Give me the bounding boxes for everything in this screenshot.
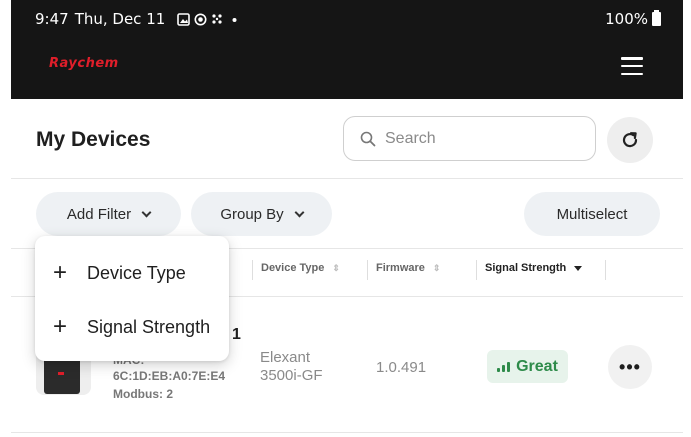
sort-icon: ⇕ bbox=[332, 263, 340, 273]
device-name: 1 bbox=[232, 326, 241, 343]
multiselect-label: Multiselect bbox=[556, 205, 628, 223]
status-right: 100% bbox=[605, 10, 661, 28]
search-icon bbox=[360, 131, 376, 146]
search-input[interactable] bbox=[385, 129, 575, 148]
refresh-button[interactable] bbox=[607, 117, 653, 163]
plus-icon: + bbox=[53, 313, 68, 340]
menu-item-signal-strength[interactable]: + Signal Strength bbox=[35, 302, 229, 352]
menu-item-device-type[interactable]: + Device Type bbox=[35, 248, 229, 298]
firmware-cell: 1.0.491 bbox=[376, 359, 427, 376]
add-filter-button[interactable]: Add Filter bbox=[36, 192, 181, 236]
signal-label: Great bbox=[516, 357, 558, 375]
photo-icon bbox=[177, 12, 191, 26]
column-separator bbox=[252, 260, 253, 280]
brand-logo: Raychem bbox=[49, 56, 119, 71]
app-bar: Raychem bbox=[11, 40, 683, 99]
add-filter-label: Add Filter bbox=[66, 205, 132, 223]
column-header-firmware[interactable]: Firmware ⇕ bbox=[376, 262, 440, 274]
battery-icon bbox=[652, 10, 661, 26]
filter-dropdown-menu: + Device Type + Signal Strength bbox=[35, 236, 229, 361]
group-by-button[interactable]: Group By bbox=[191, 192, 332, 236]
row-divider bbox=[11, 432, 683, 433]
column-header-device-type[interactable]: Device Type ⇕ bbox=[261, 262, 340, 274]
device-type-line: 3500i-GF bbox=[260, 367, 323, 384]
record-icon bbox=[194, 13, 207, 25]
column-header-signal-strength[interactable]: Signal Strength bbox=[485, 262, 583, 274]
more-options-button[interactable]: ••• bbox=[608, 345, 652, 389]
status-icons bbox=[177, 12, 241, 26]
status-bar: 9:47 Thu, Dec 11 100% bbox=[11, 0, 683, 40]
column-header-label: Device Type bbox=[261, 262, 325, 274]
hamburger-icon[interactable] bbox=[621, 57, 643, 75]
sort-icon: ⇕ bbox=[432, 263, 441, 273]
device-type-cell: Elexant 3500i-GF bbox=[260, 349, 323, 385]
plus-icon: + bbox=[53, 259, 68, 286]
chevron-down-icon bbox=[294, 207, 305, 217]
column-header-label: Firmware bbox=[376, 262, 425, 274]
battery-level: 100% bbox=[605, 10, 648, 28]
refresh-icon bbox=[622, 132, 638, 148]
column-separator bbox=[476, 260, 477, 280]
page-title: My Devices bbox=[36, 128, 151, 151]
status-time: 9:47 bbox=[35, 10, 69, 28]
header-divider bbox=[11, 178, 683, 179]
chevron-down-icon bbox=[141, 207, 152, 217]
grid-dots-icon bbox=[212, 13, 222, 24]
mac-address: 6C:1D:EB:A0:7E:E4 bbox=[113, 369, 226, 383]
column-separator bbox=[367, 260, 368, 280]
signal-bars-icon bbox=[497, 361, 511, 372]
sort-desc-icon bbox=[574, 265, 583, 271]
signal-badge: Great bbox=[487, 350, 568, 383]
column-header-label: Signal Strength bbox=[485, 262, 567, 274]
multiselect-button[interactable]: Multiselect bbox=[524, 192, 660, 236]
device-type-line: Elexant bbox=[260, 349, 311, 366]
group-by-label: Group By bbox=[220, 205, 284, 223]
search-box[interactable] bbox=[343, 116, 596, 161]
dot-icon bbox=[232, 17, 237, 22]
status-left: 9:47 Thu, Dec 11 bbox=[35, 10, 241, 28]
column-separator bbox=[605, 260, 606, 280]
modbus-address: Modbus: 2 bbox=[113, 387, 173, 401]
status-date: Thu, Dec 11 bbox=[74, 10, 166, 28]
more-horizontal-icon: ••• bbox=[619, 356, 641, 377]
menu-item-label: Device Type bbox=[87, 262, 186, 283]
menu-item-label: Signal Strength bbox=[87, 316, 211, 337]
